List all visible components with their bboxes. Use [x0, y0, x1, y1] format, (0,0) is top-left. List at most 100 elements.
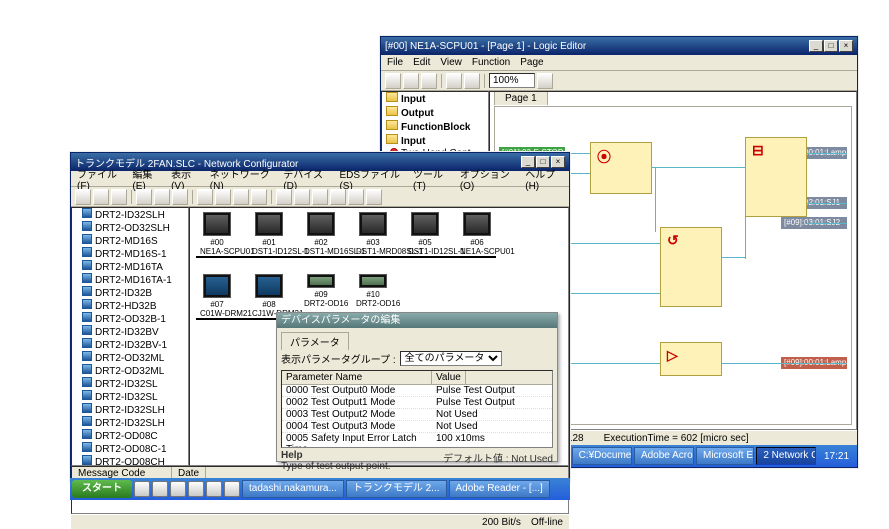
function-block-not[interactable]: ▷ [660, 342, 722, 376]
table-row[interactable]: 0002 Test Output1 ModePulse Test Output [282, 397, 552, 409]
device-node[interactable]: #02DST1-MD16SL-1 [304, 212, 338, 256]
tree-item[interactable]: DRT2-OD08CH [82, 455, 188, 466]
tree-item[interactable]: DRT2-ID32B [82, 286, 188, 299]
tree-fb[interactable]: FunctionBlock [386, 120, 488, 134]
device-node[interactable]: #10DRT2-OD16 [356, 274, 390, 308]
device-node[interactable]: #03DST1-MRD08SL-1 [356, 212, 390, 256]
dialog-tab[interactable]: パラメータ [281, 332, 349, 350]
menu-item[interactable]: ツール(T) [413, 166, 450, 192]
close-button[interactable]: × [839, 40, 853, 52]
tree-item[interactable]: DRT2-ID32BV [82, 325, 188, 338]
tree-item[interactable]: DRT2-MD16TA-1 [82, 273, 188, 286]
tool-icon[interactable] [215, 189, 231, 205]
table-row[interactable]: 0000 Test Output0 ModePulse Test Output [282, 385, 552, 397]
tool-save-icon[interactable] [421, 73, 437, 89]
table-row[interactable]: 0005 Safety Input Error Latch Time100 x1… [282, 433, 552, 448]
tree-output[interactable]: Output [386, 106, 488, 120]
quicklaunch-icon[interactable] [170, 481, 186, 497]
function-block-edm[interactable]: ⊟ [745, 137, 807, 217]
tree-item[interactable]: DRT2-ID32SL [82, 390, 188, 403]
parameter-edit-dialog[interactable]: デバイスパラメータの編集 パラメータ 表示パラメータグループ : 全てのパラメー… [276, 312, 558, 462]
quicklaunch-icon[interactable] [206, 481, 222, 497]
quicklaunch-icon[interactable] [224, 481, 240, 497]
menu-function[interactable]: Function [472, 57, 510, 68]
parameter-table[interactable]: Parameter Name Value 0000 Test Output0 M… [281, 370, 553, 448]
tool-icon[interactable] [93, 189, 109, 205]
start-button[interactable]: スタート [72, 480, 132, 498]
function-block-reset[interactable]: ↺ [660, 227, 722, 307]
menu-view[interactable]: View [440, 57, 462, 68]
tool-icon[interactable] [348, 189, 364, 205]
tool-icon[interactable] [366, 189, 382, 205]
task-item[interactable]: Adobe Reader - [...] [449, 480, 550, 498]
maximize-button[interactable]: □ [824, 40, 838, 52]
tool-copy-icon[interactable] [464, 73, 480, 89]
tree-item[interactable]: DRT2-OD08C [82, 429, 188, 442]
tool-icon[interactable] [172, 189, 188, 205]
tree-item[interactable]: DRT2-HD32B [82, 299, 188, 312]
menu-item[interactable]: ヘルプ(H) [525, 166, 563, 192]
tool-icon[interactable] [136, 189, 152, 205]
device-node[interactable]: #05DST1-ID12SL-1 [408, 212, 442, 256]
tool-zoom-icon[interactable] [537, 73, 553, 89]
device-node[interactable]: #09DRT2-OD16 [304, 274, 338, 308]
task-item[interactable]: Microsoft Exce... [696, 447, 754, 465]
task-item[interactable]: C:¥Documents ... [572, 447, 632, 465]
task-item[interactable]: tadashi.nakamura... [242, 480, 344, 498]
tool-icon[interactable] [197, 189, 213, 205]
tree-item[interactable]: DRT2-ID32SLH [82, 208, 188, 221]
tool-icon[interactable] [251, 189, 267, 205]
tool-icon[interactable] [154, 189, 170, 205]
tree-item[interactable]: DRT2-MD16S-1 [82, 247, 188, 260]
tool-icon[interactable] [312, 189, 328, 205]
tree-item[interactable]: DRT2-OD32ML [82, 364, 188, 377]
device-tree[interactable]: DRT2-ID32SLHDRT2-OD32SLHDRT2-MD16SDRT2-M… [71, 207, 189, 466]
quicklaunch-icon[interactable] [152, 481, 168, 497]
tool-icon[interactable] [233, 189, 249, 205]
tree-item[interactable]: DRT2-OD32SLH [82, 221, 188, 234]
device-node[interactable]: #00NE1A-SCPU01 [200, 212, 234, 256]
function-block-estop[interactable]: ⦿ [590, 142, 652, 194]
group-select[interactable]: 全てのパラメータ [400, 351, 502, 366]
tree-logic-input[interactable]: Input [386, 134, 488, 148]
task-item[interactable]: Adobe Acrobat ... [634, 447, 694, 465]
tool-icon[interactable] [111, 189, 127, 205]
tool-icon[interactable] [75, 189, 91, 205]
tree-item[interactable]: DRT2-ID32SL [82, 377, 188, 390]
menu-file[interactable]: File [387, 57, 403, 68]
tree-item[interactable]: DRT2-MD16TA [82, 260, 188, 273]
tree-item[interactable]: DRT2-ID32BV-1 [82, 338, 188, 351]
tree-item[interactable]: DRT2-OD08C-1 [82, 442, 188, 455]
tool-open-icon[interactable] [403, 73, 419, 89]
tool-icon[interactable] [276, 189, 292, 205]
task-item[interactable]: トランクモデル 2... [346, 480, 447, 498]
device-node[interactable]: #01DST1-ID12SL-1 [252, 212, 286, 256]
quicklaunch-icon[interactable] [188, 481, 204, 497]
device-node[interactable]: #06NE1A-SCPU01 [460, 212, 494, 256]
minimize-button[interactable]: _ [809, 40, 823, 52]
tool-icon[interactable] [294, 189, 310, 205]
dialog-title[interactable]: デバイスパラメータの編集 [277, 313, 557, 328]
tool-cut-icon[interactable] [446, 73, 462, 89]
zoom-field[interactable]: 100% [489, 73, 535, 88]
table-row[interactable]: 0003 Test Output2 ModeNot Used [282, 409, 552, 421]
titlebar[interactable]: [#00] NE1A-SCPU01 - [Page 1] - Logic Edi… [381, 37, 857, 55]
tool-new-icon[interactable] [385, 73, 401, 89]
task-item-active[interactable]: 2 Network C... ▼ [756, 447, 816, 465]
col-header[interactable]: Parameter Name [282, 371, 432, 384]
page-tab[interactable]: Page 1 [494, 91, 548, 105]
tree-item[interactable]: DRT2-MD16S [82, 234, 188, 247]
menu-page[interactable]: Page [520, 57, 543, 68]
menu-item[interactable]: オプション(O) [460, 166, 515, 192]
table-row[interactable]: 0004 Test Output3 ModeNot Used [282, 421, 552, 433]
tool-icon[interactable] [330, 189, 346, 205]
tree-item[interactable]: DRT2-ID32SLH [82, 403, 188, 416]
tree-item[interactable]: DRT2-OD32B-1 [82, 312, 188, 325]
col-header[interactable]: Value [432, 371, 466, 384]
tree-item[interactable]: DRT2-ID32SLH [82, 416, 188, 429]
quicklaunch-icon[interactable] [134, 481, 150, 497]
tree-item[interactable]: DRT2-OD32ML [82, 351, 188, 364]
tree-input[interactable]: Input [386, 92, 488, 106]
device-node[interactable]: #07C01W-DRM21 [200, 274, 234, 318]
menu-edit[interactable]: Edit [413, 57, 430, 68]
